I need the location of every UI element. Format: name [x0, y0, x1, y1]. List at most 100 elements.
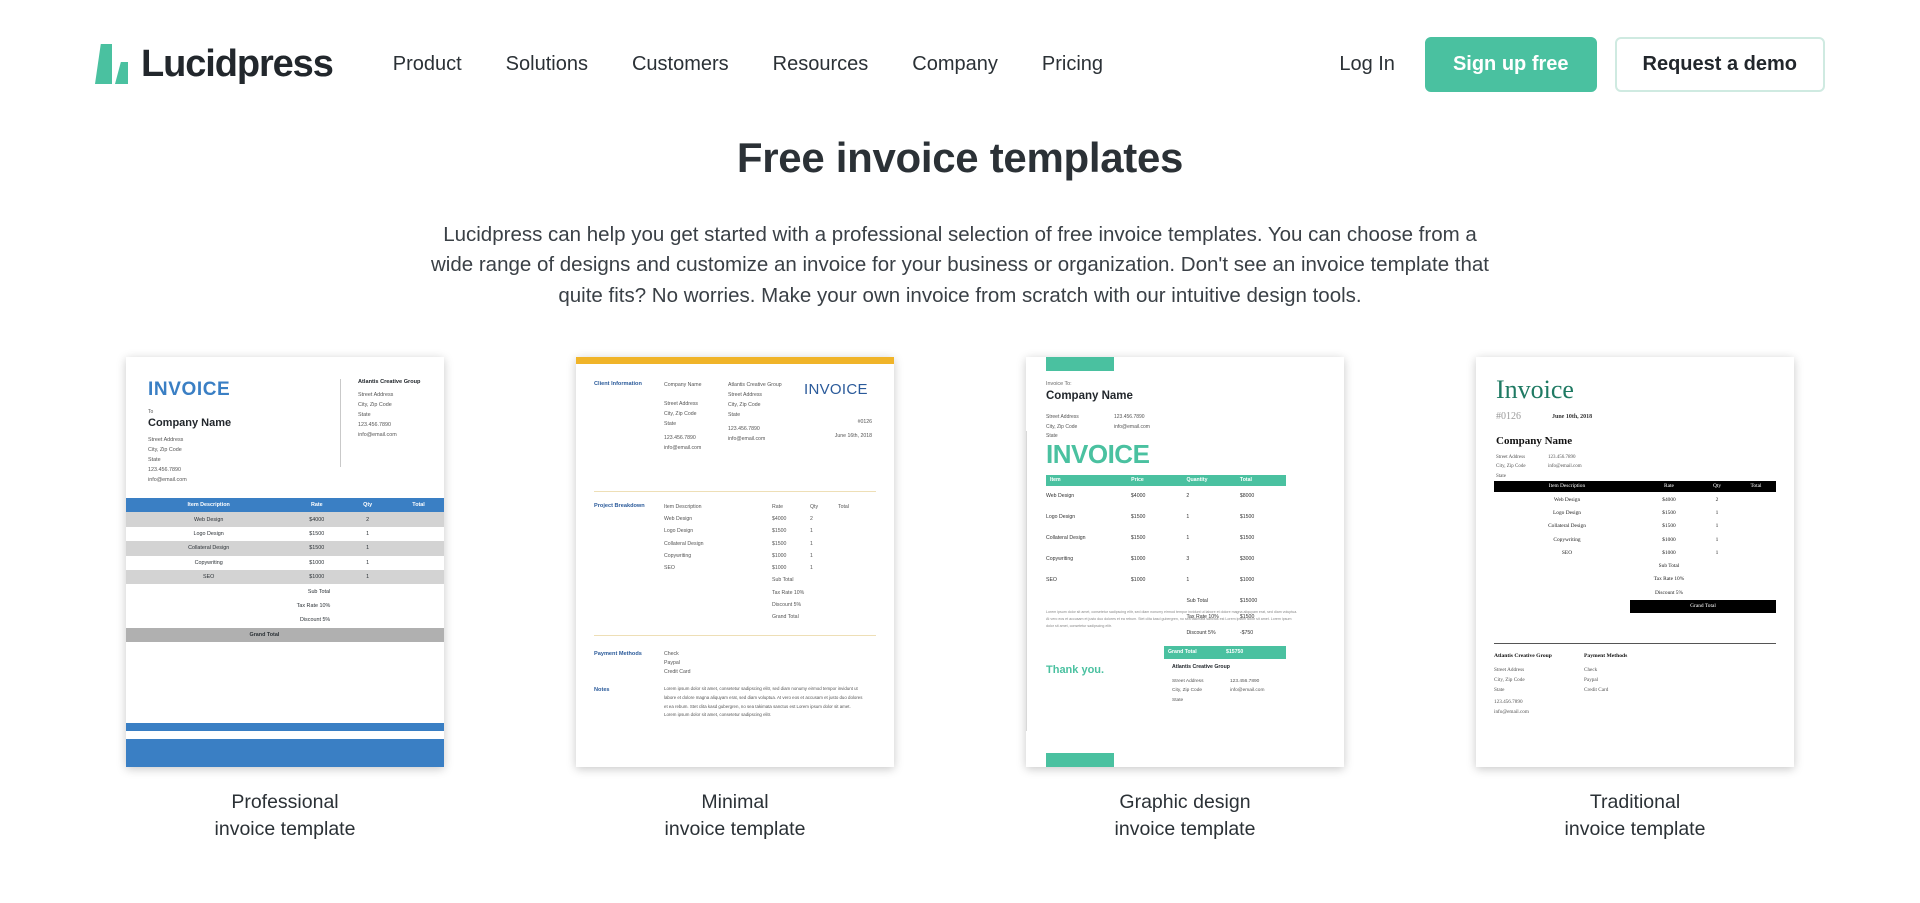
thank-you-text: Thank you. [1046, 663, 1105, 676]
client-address: Street Address City, Zip Code State [148, 436, 184, 463]
header-actions: Log In Sign up free Request a demo [1327, 36, 1825, 92]
template-caption-graphic-design: Graphic design invoice template [1114, 790, 1256, 840]
discount-row: Discount 5% [1655, 589, 1683, 596]
template-card-graphic-design[interactable]: Invoice To: Company Name Street Address C… [1026, 356, 1344, 767]
lucidpress-logo-icon [95, 44, 129, 84]
nav-item-resources[interactable]: Resources [751, 43, 891, 86]
table-row: Copywriting $1000 1 [1553, 536, 1719, 543]
vendor-name: Atlantis Creative Group [728, 381, 782, 388]
table-row: Copywriting $1000 1 [664, 552, 813, 559]
side-rule [1026, 430, 1027, 731]
line-items-table: Web Design $4000 2 $8000 Logo Design $1500 1 $… [1046, 493, 1286, 659]
template-cell-graphic-design: Invoice To: Company Name Street Address C… [960, 356, 1410, 843]
tax-row: Tax Rate 10% [772, 589, 805, 596]
vendor-address: Street Address City, Zip Code State [1172, 678, 1204, 703]
client-address: Street Address City, Zip Code State [1046, 413, 1079, 440]
template-card-traditional[interactable]: Invoice #0126 June 10th, 2018 Company Na… [1476, 356, 1794, 767]
payment-methods-label: Payment Methods [1584, 652, 1628, 659]
footer-bar-thick [126, 738, 444, 767]
divider [340, 378, 341, 467]
table-row: Collateral Design $1500 1 [1548, 523, 1719, 530]
grand-total-row: Grand Total $15750 [1164, 645, 1286, 659]
invoice-title: INVOICE [804, 380, 868, 398]
grand-total-row: Grand Total [772, 613, 799, 620]
brand-name: Lucidpress [141, 42, 334, 85]
request-demo-button[interactable]: Request a demo [1614, 36, 1825, 92]
table-row: SEO $1000 1 [664, 565, 813, 572]
nav-item-solutions[interactable]: Solutions [484, 43, 610, 86]
table-row: Web Design $4000 2 $8000 [1046, 492, 1255, 499]
client-contact: 123.456.7890 info@email.com [1114, 413, 1150, 430]
discount-row: Discount 5% -$750 [1186, 629, 1254, 636]
invoice-title: Invoice [1496, 374, 1574, 404]
subtotal-row: Sub Total [772, 577, 794, 584]
client-company: Company Name [664, 381, 702, 388]
invoice-title: INVOICE [148, 378, 231, 400]
notes-paragraph: Lorem ipsum dolor sit amet, consetetur s… [1046, 609, 1298, 628]
payment-methods-value: Check Paypal Credit Card [1584, 666, 1609, 694]
invoice-number: #0126 [857, 418, 872, 425]
template-cell-minimal: Client Information Company Name Street A… [510, 356, 960, 843]
footer-bar-thin [126, 722, 444, 731]
login-link[interactable]: Log In [1327, 45, 1407, 84]
vendor-name: Atlantis Creative Group [1494, 652, 1552, 659]
notes-label: Notes [594, 686, 610, 693]
table-header-row: Item Description Rate Qty Total [1494, 480, 1776, 492]
project-breakdown-label: Project Breakdown [594, 502, 645, 509]
site-header: Lucidpress Product Solutions Customers R… [0, 0, 1920, 128]
brand-logo[interactable]: Lucidpress [95, 42, 334, 86]
divider [1494, 642, 1776, 644]
vendor-name: Atlantis Creative Group [1172, 663, 1230, 670]
main-nav: Product Solutions Customers Resources Co… [371, 43, 1125, 86]
client-address: Street Address City, Zip Code State [1496, 454, 1526, 479]
nav-item-product[interactable]: Product [371, 43, 484, 86]
client-address: Street Address City, Zip Code State [664, 400, 699, 428]
table-row: Copywriting $1000 3 $3000 [1046, 555, 1255, 562]
subtotal-row: Sub Total [1658, 563, 1680, 570]
template-card-minimal[interactable]: Client Information Company Name Street A… [576, 356, 894, 767]
invoice-number: #0126 [1496, 410, 1521, 422]
client-contact: 123.456.7890 info@email.com [664, 434, 702, 452]
accent-tab-top [1046, 356, 1114, 371]
vendor-address: Street Address City, Zip Code State [728, 391, 763, 419]
divider [594, 634, 876, 636]
table-row: Logo Design $1500 1 $1500 [1046, 513, 1255, 520]
table-row: Web Design $4000 2 [1553, 496, 1719, 503]
line-items-table: Item Description Rate Qty Total Web Design $… [664, 501, 870, 623]
nav-item-pricing[interactable]: Pricing [1020, 43, 1125, 86]
table-header-row: Item Price Quantity Total [1046, 474, 1286, 486]
table-row: Logo Design $1500 1 [193, 530, 370, 537]
accent-top-bar [576, 356, 894, 364]
table-header-row: Item Description Rate Qty Total [664, 503, 849, 510]
signup-button[interactable]: Sign up free [1424, 36, 1597, 92]
template-grid: INVOICE To Company Name Street Address C… [0, 356, 1920, 843]
invoice-date: June 10th, 2018 [1552, 413, 1593, 420]
invoice-date: June 16th, 2018 [834, 432, 872, 439]
table-row: Logo Design $1500 1 [1553, 510, 1719, 517]
vendor-contact: 123.456.7890 info@email.com [358, 421, 397, 438]
divider [594, 490, 876, 492]
discount-row: Discount 5% [299, 617, 331, 624]
table-row: SEO $1000 1 $1000 [1046, 576, 1255, 583]
template-cell-traditional: Invoice #0126 June 10th, 2018 Company Na… [1410, 356, 1860, 843]
table-row: Collateral Design $1500 1 $1500 [1046, 534, 1255, 541]
payment-methods-value: Check Paypal Credit Card [664, 650, 691, 676]
client-contact: 123.456.7890 info@email.com [148, 466, 187, 483]
table-row: SEO $1000 1 [126, 569, 444, 585]
invoice-to-label: Invoice To: [1046, 380, 1072, 387]
template-card-professional[interactable]: INVOICE To Company Name Street Address C… [126, 356, 444, 767]
page-title: Free invoice templates [736, 134, 1184, 181]
line-items-table: Web Design $4000 2 Logo Design $1500 1 Colla… [1494, 494, 1776, 614]
nav-item-customers[interactable]: Customers [610, 43, 751, 86]
template-cell-professional: INVOICE To Company Name Street Address C… [60, 356, 510, 843]
payment-methods-label: Payment Methods [594, 650, 642, 657]
vendor-name: Atlantis Creative Group [358, 378, 421, 385]
table-row: SEO $1000 1 [1561, 549, 1719, 556]
invoice-title: INVOICE [1046, 438, 1150, 469]
table-row: Logo Design $1500 1 [664, 528, 813, 535]
client-contact: 123.456.7890 info@email.com [1548, 454, 1582, 470]
table-row: Collateral Design $1500 1 [664, 540, 813, 547]
company-name: Company Name [1046, 389, 1133, 402]
to-label: To [148, 408, 154, 415]
nav-item-company[interactable]: Company [890, 43, 1020, 86]
